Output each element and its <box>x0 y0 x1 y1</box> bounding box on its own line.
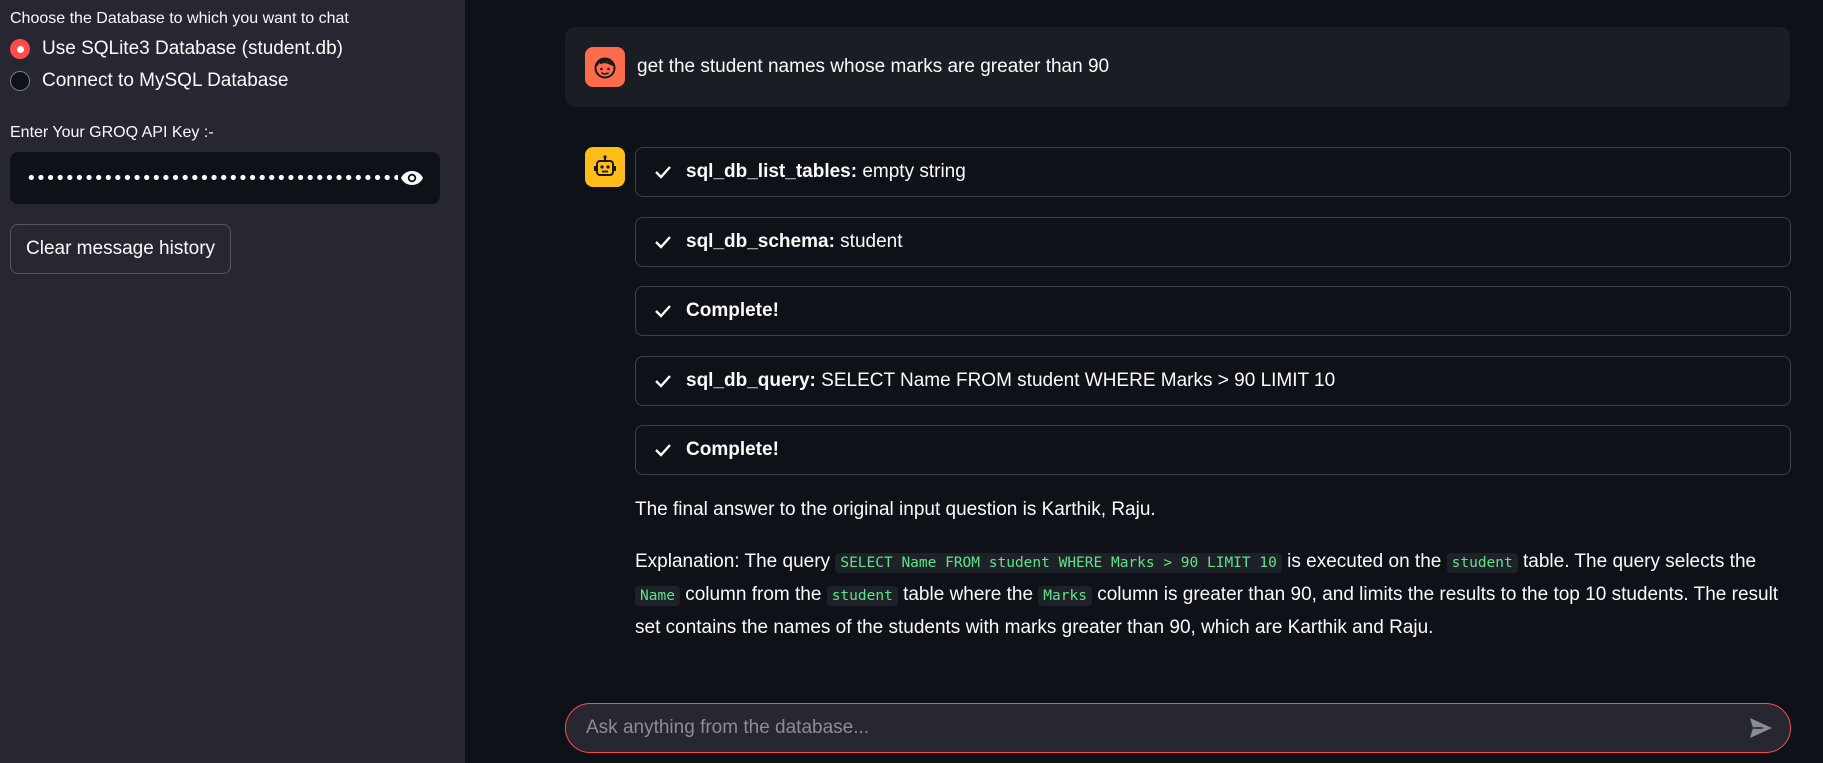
radio-selected-icon[interactable] <box>10 39 30 59</box>
chat-input-bar <box>565 703 1791 753</box>
send-icon[interactable] <box>1746 713 1776 743</box>
explanation: Explanation: The query SELECT Name FROM … <box>635 551 1779 638</box>
check-icon <box>654 371 674 391</box>
user-face-icon <box>585 47 625 87</box>
api-key-input[interactable] <box>26 167 398 189</box>
sidebar: Choose the Database to which you want to… <box>0 0 465 763</box>
code-snippet: Marks <box>1038 586 1092 606</box>
step-query[interactable]: sql_db_query: SELECT Name FROM student W… <box>635 356 1791 406</box>
robot-icon <box>585 147 625 187</box>
api-key-label: Enter Your GROQ API Key :- <box>10 124 214 141</box>
code-snippet: student <box>826 586 898 606</box>
step-schema[interactable]: sql_db_schema: student <box>635 217 1791 267</box>
clear-history-button[interactable]: Clear message history <box>10 224 232 274</box>
radio-mysql-label: Connect to MySQL Database <box>42 70 289 91</box>
code-snippet: Name <box>635 586 680 606</box>
step-text: sql_db_query: SELECT Name FROM student W… <box>686 370 1336 391</box>
code-snippet: SELECT Name FROM student WHERE Marks > 9… <box>835 553 1282 573</box>
check-icon <box>654 440 674 460</box>
code-snippet: student <box>1446 553 1518 573</box>
radio-mysql[interactable]: Connect to MySQL Database <box>10 66 455 96</box>
user-message-text: get the student names whose marks are gr… <box>637 56 1110 77</box>
check-icon <box>654 301 674 321</box>
step-text: sql_db_list_tables: empty string <box>686 161 966 182</box>
chat-input[interactable] <box>586 717 1746 739</box>
step-list-tables[interactable]: sql_db_list_tables: empty string <box>635 147 1791 197</box>
check-icon <box>654 162 674 182</box>
radio-sqlite[interactable]: Use SQLite3 Database (student.db) <box>10 34 455 64</box>
step-text: sql_db_schema: student <box>686 231 903 252</box>
step-complete-2[interactable]: Complete! <box>635 425 1791 475</box>
check-icon <box>654 232 674 252</box>
api-key-field <box>10 152 440 204</box>
db-radio-group: Use SQLite3 Database (student.db) Connec… <box>10 34 455 96</box>
eye-icon[interactable] <box>398 164 426 192</box>
radio-sqlite-label: Use SQLite3 Database (student.db) <box>42 38 344 59</box>
step-text: Complete! <box>686 439 779 460</box>
step-complete-1[interactable]: Complete! <box>635 286 1791 336</box>
final-answer: The final answer to the original input q… <box>635 499 1156 520</box>
step-text: Complete! <box>686 300 779 321</box>
db-choice-label: Choose the Database to which you want to… <box>10 10 349 27</box>
user-message: get the student names whose marks are gr… <box>565 27 1790 107</box>
radio-unselected-icon[interactable] <box>10 71 30 91</box>
